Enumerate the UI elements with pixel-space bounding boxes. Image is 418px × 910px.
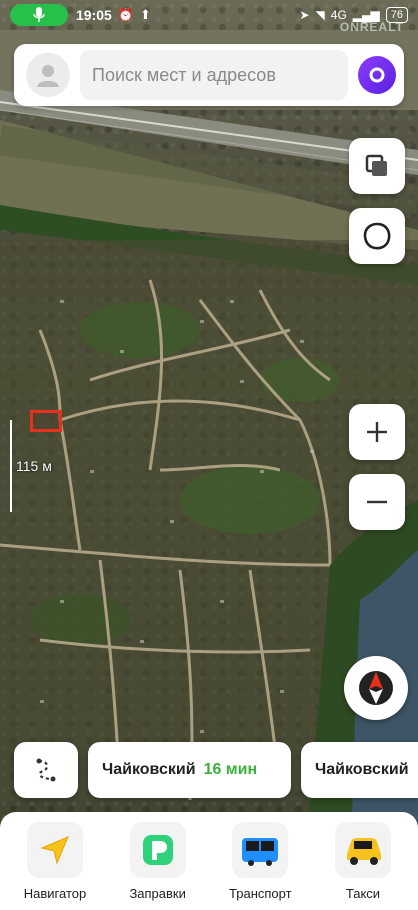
taxi-icon bbox=[346, 838, 381, 865]
clock: 19:05 bbox=[76, 7, 112, 23]
user-icon bbox=[37, 65, 59, 87]
route-icon bbox=[36, 758, 56, 782]
location-arrow-icon: ➤ bbox=[299, 8, 310, 22]
compass-icon bbox=[359, 671, 393, 705]
route-chip[interactable]: Чайковский 16 мин bbox=[88, 742, 291, 798]
zoom-in-button[interactable] bbox=[349, 404, 405, 460]
nav-label: Транспорт bbox=[229, 886, 292, 901]
route-time: 16 мин bbox=[203, 761, 258, 778]
wifi-icon: ◥ bbox=[315, 8, 325, 22]
avatar[interactable] bbox=[26, 53, 70, 97]
route-destination: Чайковский bbox=[102, 761, 196, 778]
nav-item-navigator[interactable]: Навигатор bbox=[4, 818, 106, 910]
nav-item-fuel[interactable]: Заправки bbox=[107, 818, 209, 910]
fuel-tile bbox=[129, 822, 186, 878]
route-chip[interactable]: Чайковский bbox=[301, 742, 418, 798]
search-input[interactable]: Поиск мест и адресов bbox=[80, 50, 348, 100]
nav-label: Такси bbox=[345, 886, 381, 901]
battery-level: 76 bbox=[385, 7, 408, 23]
microphone-icon bbox=[33, 7, 45, 22]
minus-icon bbox=[367, 500, 387, 504]
nav-item-transport[interactable]: Транспорт bbox=[209, 818, 311, 910]
scale-bar bbox=[10, 420, 12, 512]
layers-icon bbox=[365, 154, 387, 176]
signal-icon: ▂▄▆ bbox=[352, 8, 380, 22]
upload-notification-icon: ⬆ bbox=[140, 7, 151, 22]
bookmarks-button[interactable] bbox=[349, 208, 405, 264]
nav-label: Заправки bbox=[129, 886, 186, 901]
navigator-arrow-icon bbox=[40, 836, 69, 865]
fuel-icon bbox=[142, 835, 173, 865]
mic-active-indicator[interactable] bbox=[10, 4, 68, 26]
alarm-icon: ⏰ bbox=[117, 7, 134, 22]
taxi-tile bbox=[334, 822, 391, 878]
map-mode-icon bbox=[363, 222, 391, 250]
zoom-out-button[interactable] bbox=[349, 474, 405, 530]
compass-button[interactable] bbox=[344, 656, 408, 720]
alice-assistant-button[interactable] bbox=[358, 56, 396, 94]
nav-label: Навигатор bbox=[23, 886, 87, 901]
route-destination: Чайковский bbox=[315, 761, 409, 778]
nav-item-taxi[interactable]: Такси bbox=[312, 818, 414, 910]
status-bar: 19:05 ⏰ ⬆ ➤ ◥ 4G ▂▄▆ 76 bbox=[0, 0, 418, 30]
network-type: 4G bbox=[330, 8, 347, 22]
bottom-navigation: Навигатор Заправки Транспорт Такси bbox=[0, 812, 418, 910]
map-layers-button[interactable] bbox=[349, 138, 405, 194]
search-bar: Поиск мест и адресов bbox=[14, 44, 404, 106]
selected-plot-marker[interactable] bbox=[30, 410, 62, 432]
bus-icon bbox=[242, 838, 279, 866]
route-button[interactable] bbox=[14, 742, 78, 798]
scale-label: 115 м bbox=[16, 458, 52, 474]
plus-icon bbox=[367, 422, 387, 442]
transport-tile bbox=[232, 822, 289, 878]
navigator-tile bbox=[27, 822, 83, 878]
alice-icon bbox=[369, 67, 385, 83]
